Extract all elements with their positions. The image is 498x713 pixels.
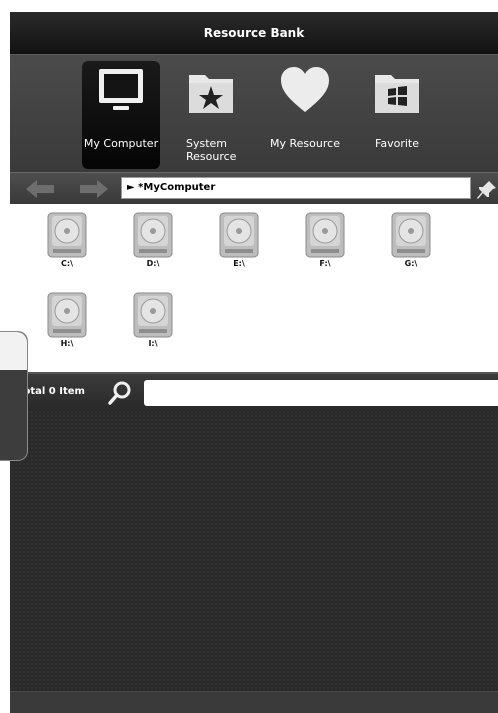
item-count: Total 0 Item [18,386,85,397]
search-input[interactable] [144,380,498,406]
drive-label: E:\ [233,259,245,268]
nav-label-my-computer: My Computer [83,137,159,150]
pin-icon[interactable] [476,179,498,201]
hard-drive-icon [47,212,87,258]
hard-drive-icon [47,292,87,338]
star-folder-icon [189,75,233,113]
hard-drive-icon [133,292,173,338]
nav-label-system-resource: System Resource [186,137,237,163]
drive-c[interactable]: C:\ [40,212,94,276]
forward-arrow-icon[interactable] [80,179,108,199]
drive-label: I:\ [148,339,158,348]
status-bar [10,691,498,713]
drive-label: F:\ [319,259,331,268]
drive-label: D:\ [146,259,160,268]
drive-label: H:\ [60,339,74,348]
search-icon[interactable] [108,381,132,405]
windows-folder-icon [375,75,419,113]
file-area: C:\ D:\ E:\ F:\ G:\ H:\ I:\ [10,204,498,372]
heart-icon [281,67,329,112]
address-path-input[interactable]: ► *MyComputer [121,177,471,199]
drive-g[interactable]: G:\ [384,212,438,276]
hard-drive-icon [305,212,345,258]
category-nav: My Computer System Resource My Resource [10,54,498,173]
results-panel [10,410,498,691]
back-arrow-icon[interactable] [26,179,54,199]
nav-item-my-computer[interactable]: My Computer [82,61,160,169]
nav-item-my-resource[interactable]: My Resource [266,61,344,169]
title-bar: Resource Bank [10,12,498,54]
drive-f[interactable]: F:\ [298,212,352,276]
hard-drive-icon [219,212,259,258]
address-bar: ► *MyComputer [10,172,498,205]
nav-item-favorite[interactable]: Favorite [358,61,436,169]
nav-label-favorite: Favorite [375,137,419,150]
search-bar: Total 0 Item [10,372,498,412]
hard-drive-icon [133,212,173,258]
drive-label: G:\ [404,259,418,268]
hard-drive-icon [391,212,431,258]
drive-h[interactable]: H:\ [40,292,94,356]
nav-label-my-resource: My Resource [270,137,340,150]
drive-e[interactable]: E:\ [212,212,266,276]
side-drawer-handle[interactable] [0,331,28,461]
window-title: Resource Bank [203,26,305,40]
drive-i[interactable]: I:\ [126,292,180,356]
monitor-icon [99,69,143,110]
drive-label: C:\ [61,259,73,268]
drive-d[interactable]: D:\ [126,212,180,276]
app-window: Resource Bank My Computer System Resourc… [10,12,498,713]
nav-item-system-resource[interactable]: System Resource [172,61,250,169]
side-drawer-handle-top [0,332,27,370]
